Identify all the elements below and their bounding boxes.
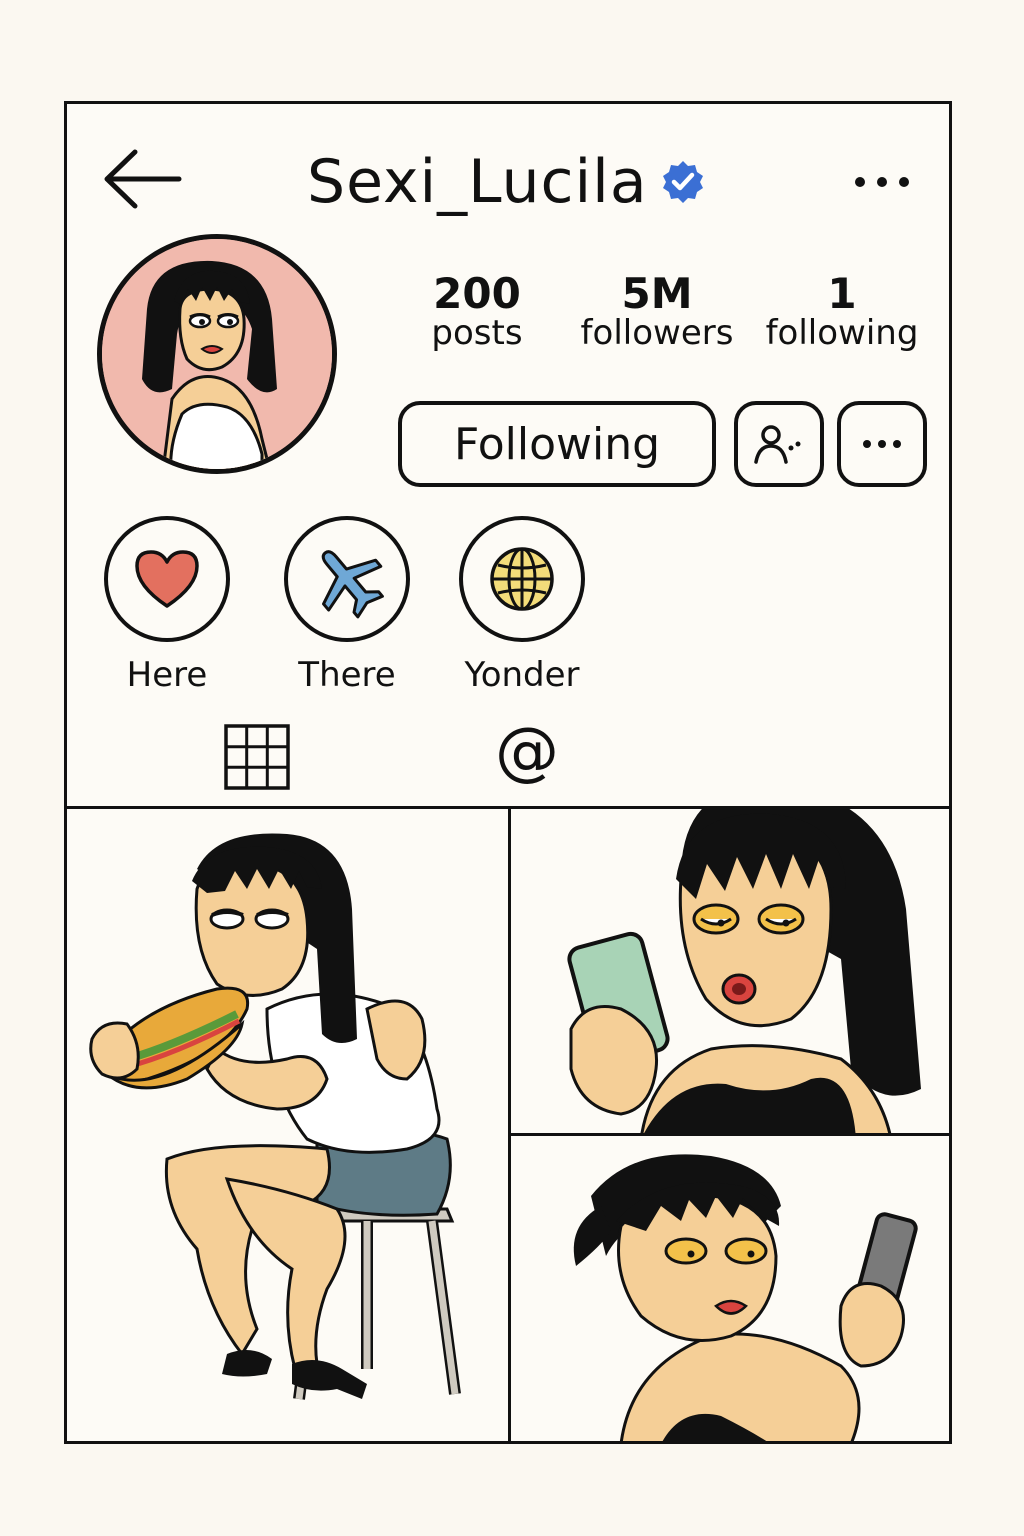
post-thumbnail-3[interactable]: [508, 1133, 949, 1441]
following-button-label: Following: [453, 418, 661, 470]
username: Sexi_Lucila: [307, 147, 648, 217]
arrow-left-icon[interactable]: [97, 144, 187, 214]
post-image-selfie: [511, 1136, 949, 1441]
highlight-yonder[interactable]: Yonder: [452, 516, 592, 692]
tab-grid[interactable]: [222, 722, 292, 792]
stat-posts[interactable]: 200 posts: [412, 269, 542, 354]
globe-icon: [486, 543, 558, 615]
followers-count: 5M: [621, 269, 693, 318]
post-image-eating: [67, 809, 508, 1441]
post-thumbnail-1[interactable]: [67, 806, 511, 1441]
person-suggest-icon: [751, 422, 807, 466]
highlight-label: There: [298, 655, 396, 695]
following-button[interactable]: Following: [398, 401, 716, 487]
post-image-phone: [511, 809, 949, 1133]
highlight-circle: [104, 516, 230, 642]
highlight-circle: [284, 516, 410, 642]
following-count: 1: [827, 269, 857, 318]
posts-label: posts: [431, 313, 523, 354]
followers-label: followers: [580, 313, 734, 354]
tab-mentions[interactable]: @: [482, 712, 572, 792]
more-horizontal-icon: [857, 434, 907, 454]
highlight-circle: [459, 516, 585, 642]
more-actions-button[interactable]: [837, 401, 927, 487]
posts-count: 200: [433, 269, 521, 318]
stat-following[interactable]: 1 following: [757, 269, 927, 354]
avatar[interactable]: [97, 234, 337, 474]
airplane-icon: [307, 539, 387, 619]
highlight-label: Here: [126, 655, 208, 695]
grid-icon: [222, 722, 292, 792]
suggested-people-button[interactable]: [734, 401, 824, 487]
profile-screen: Sexi_Lucila 200 posts 5M followers 1 fol…: [64, 101, 952, 1444]
following-label: following: [765, 313, 919, 354]
verified-badge-icon: [660, 159, 706, 205]
stat-followers[interactable]: 5M followers: [577, 269, 737, 354]
profile-header-title: Sexi_Lucila: [307, 142, 706, 222]
mentions-label: @: [495, 715, 559, 789]
more-options-icon[interactable]: [847, 162, 917, 202]
post-thumbnail-2[interactable]: [508, 806, 949, 1136]
highlight-label: Yonder: [464, 655, 580, 695]
highlight-here[interactable]: Here: [97, 516, 237, 692]
highlight-there[interactable]: There: [277, 516, 417, 692]
heart-icon: [132, 548, 202, 610]
